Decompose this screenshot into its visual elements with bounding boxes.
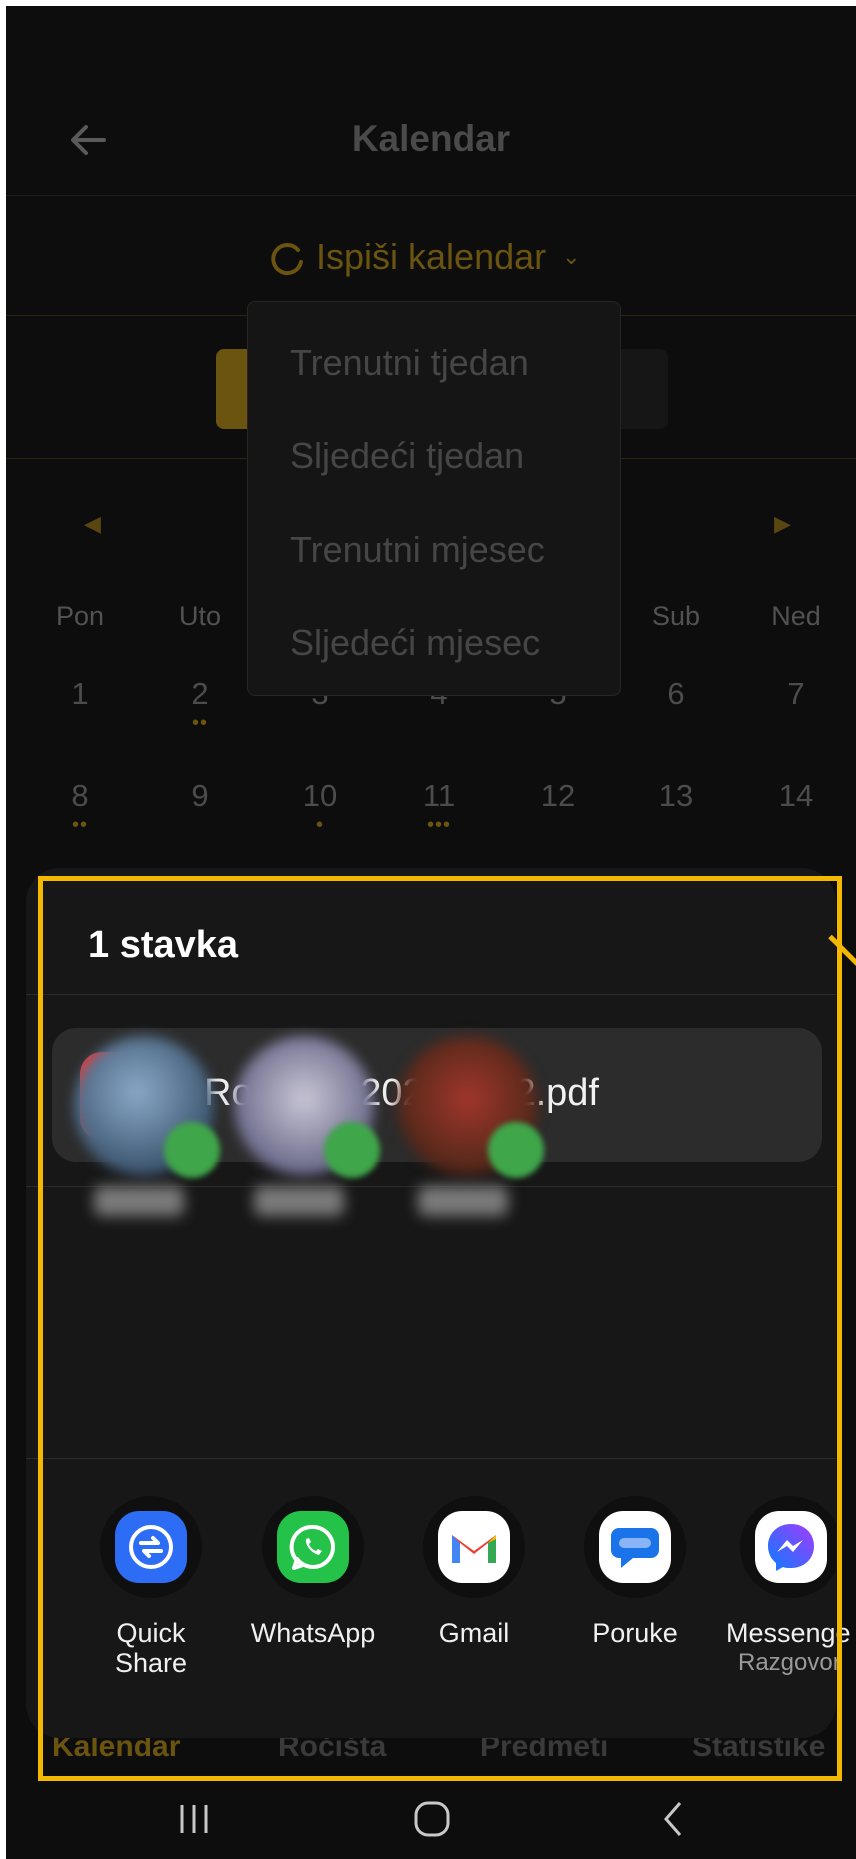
loading-spinner-icon xyxy=(271,243,303,276)
day-cell[interactable]: 13 xyxy=(636,778,716,814)
day-cell[interactable]: 1 xyxy=(40,676,120,712)
event-dots: •• xyxy=(191,712,208,734)
day-cell[interactable]: 9 xyxy=(160,778,240,814)
print-menu-dropdown: Trenutni tjedan Sljedeći tjedan Trenutni… xyxy=(247,301,621,696)
day-cell[interactable]: 8 xyxy=(40,778,120,814)
menu-item-current-week[interactable]: Trenutni tjedan xyxy=(290,342,529,384)
menu-item-next-month[interactable]: Sljedeći mjesec xyxy=(290,622,540,664)
system-nav-bar xyxy=(6,1782,856,1859)
weekday-uto: Uto xyxy=(178,601,222,631)
highlight-box xyxy=(38,876,842,1781)
day-cell[interactable]: 7 xyxy=(756,676,836,712)
weekday-sub: Sub xyxy=(651,601,701,631)
home-icon[interactable] xyxy=(402,1794,462,1844)
print-calendar-button[interactable]: Ispiši kalendar ⌄ xyxy=(268,236,581,278)
print-calendar-label: Ispiši kalendar xyxy=(316,236,547,277)
event-dots: ••• xyxy=(426,814,451,836)
view-toggle-inactive[interactable] xyxy=(618,349,668,429)
back-icon[interactable] xyxy=(644,1794,704,1844)
next-month-icon[interactable]: ▶ xyxy=(774,511,791,537)
prev-month-icon[interactable]: ◀ xyxy=(84,511,101,537)
top-app-bar: Kalendar xyxy=(6,6,856,196)
recent-apps-icon[interactable] xyxy=(164,1794,224,1844)
day-cell[interactable]: 14 xyxy=(756,778,836,814)
day-cell[interactable]: 10 xyxy=(280,778,360,814)
chevron-down-icon: ⌄ xyxy=(562,244,581,269)
weekday-pon: Pon xyxy=(55,601,105,631)
page-title: Kalendar xyxy=(351,118,511,159)
event-dots: •• xyxy=(71,814,88,836)
day-cell[interactable]: 6 xyxy=(636,676,716,712)
menu-item-next-week[interactable]: Sljedeći tjedan xyxy=(290,435,524,477)
day-cell[interactable]: 12 xyxy=(518,778,598,814)
menu-item-current-month[interactable]: Trenutni mjesec xyxy=(290,529,545,571)
day-cell[interactable]: 2 xyxy=(160,676,240,712)
event-dots: • xyxy=(315,814,324,836)
day-cell[interactable]: 11 xyxy=(399,778,479,814)
weekday-ned: Ned xyxy=(771,601,821,631)
